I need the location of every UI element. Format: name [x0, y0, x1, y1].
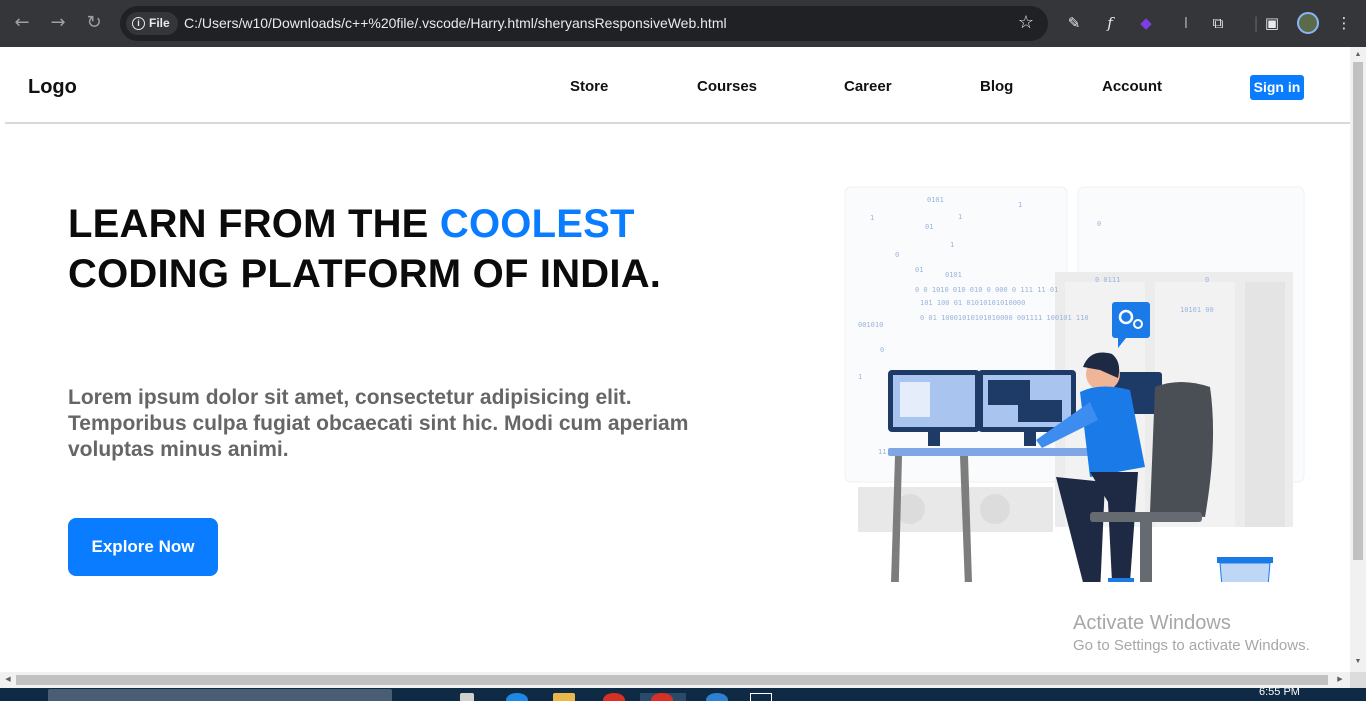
- side-panel-icon[interactable]: ▣: [1260, 11, 1284, 35]
- explore-now-button[interactable]: Explore Now: [68, 518, 218, 576]
- menu-dots-icon[interactable]: ⋮: [1332, 11, 1356, 35]
- font-extension-icon[interactable]: f: [1098, 11, 1122, 35]
- vertical-scroll-thumb[interactable]: [1353, 62, 1363, 560]
- hero-title-accent: COOLEST: [439, 202, 635, 246]
- profile-avatar[interactable]: [1297, 12, 1319, 34]
- browser-toolbar: ← → ↻ i File C:/Users/w10/Downloads/c++%…: [0, 0, 1366, 47]
- horizontal-scrollbar[interactable]: ◀ ▶: [0, 672, 1350, 688]
- extensions-puzzle-icon[interactable]: ⧉: [1206, 11, 1230, 35]
- purple-extension-icon[interactable]: ◆: [1134, 11, 1158, 35]
- svg-text:0 01 10001010101010000 001111: 0 01 10001010101010000 001111 100101 110: [920, 314, 1089, 322]
- address-bar[interactable]: i File C:/Users/w10/Downloads/c++%20file…: [120, 6, 1048, 41]
- svg-text:1: 1: [858, 373, 862, 381]
- scroll-up-arrow-icon[interactable]: ▲: [1353, 49, 1363, 61]
- svg-text:0 0111: 0 0111: [1095, 276, 1120, 284]
- svg-text:0101: 0101: [927, 196, 944, 204]
- chip-label: File: [149, 16, 170, 30]
- hero-title: LEARN FROM THE COOLEST CODING PLATFORM O…: [68, 199, 708, 299]
- vertical-scrollbar[interactable]: ▲ ▼: [1350, 47, 1366, 672]
- taskbar-edge-icon[interactable]: [506, 693, 528, 701]
- svg-text:0: 0: [880, 346, 884, 354]
- hero-title-part1: LEARN FROM THE: [68, 202, 440, 246]
- svg-text:1: 1: [870, 214, 874, 222]
- taskbar-window-icon[interactable]: [750, 693, 772, 701]
- svg-text:101 100 01 01010101010000: 101 100 01 01010101010000: [920, 299, 1025, 307]
- site-logo[interactable]: Logo: [28, 76, 77, 99]
- taskbar-chrome-icon[interactable]: [603, 693, 625, 701]
- hero-description: Lorem ipsum dolor sit amet, consectetur …: [68, 386, 689, 461]
- info-icon: i: [132, 17, 145, 30]
- hero-title-part2: CODING PLATFORM OF INDIA.: [68, 252, 662, 296]
- forward-icon[interactable]: →: [46, 11, 70, 35]
- svg-text:0101: 0101: [945, 271, 962, 279]
- svg-text:1: 1: [950, 241, 954, 249]
- svg-text:1: 1: [958, 213, 962, 221]
- svg-text:0: 0: [1205, 276, 1209, 284]
- svg-text:01: 01: [925, 223, 933, 231]
- site-navbar: Logo Store Courses Career Blog Account S…: [5, 47, 1350, 124]
- nav-link-store[interactable]: Store: [570, 78, 608, 95]
- nav-link-account[interactable]: Account: [1102, 78, 1162, 95]
- activate-windows-subtitle: Go to Settings to activate Windows.: [1073, 637, 1310, 654]
- windows-taskbar: 6:55 PM: [0, 688, 1366, 701]
- svg-text:0 0 1010 010 010 0 000 0 11: 0 0 1010 010 010 0 000 0 111 11 01: [915, 286, 1058, 294]
- taskbar-search-box[interactable]: [48, 689, 392, 701]
- url-text[interactable]: C:/Users/w10/Downloads/c++%20file/.vscod…: [184, 6, 727, 41]
- scroll-left-arrow-icon[interactable]: ◀: [2, 674, 14, 686]
- taskbar-chrome-active-icon[interactable]: [651, 693, 673, 701]
- taskbar-vscode-icon[interactable]: [706, 693, 728, 701]
- svg-text:10101 00: 10101 00: [1180, 306, 1214, 314]
- site-info-chip[interactable]: i File: [126, 12, 178, 35]
- horizontal-scroll-thumb[interactable]: [16, 675, 1328, 685]
- svg-text:0: 0: [1097, 220, 1101, 228]
- svg-text:01: 01: [915, 266, 923, 274]
- taskbar-folder-icon[interactable]: [553, 693, 575, 701]
- reload-icon[interactable]: ↻: [82, 11, 106, 35]
- nav-link-blog[interactable]: Blog: [980, 78, 1013, 95]
- scroll-down-arrow-icon[interactable]: ▼: [1353, 656, 1363, 668]
- svg-text:001010: 001010: [858, 321, 883, 329]
- cursor-extension-icon[interactable]: I: [1174, 11, 1198, 35]
- nav-link-courses[interactable]: Courses: [697, 78, 757, 95]
- taskbar-file-icon[interactable]: [460, 693, 474, 701]
- scroll-right-arrow-icon[interactable]: ▶: [1334, 674, 1346, 686]
- web-page: Logo Store Courses Career Blog Account S…: [0, 47, 1350, 672]
- sign-in-button[interactable]: Sign in: [1250, 75, 1304, 100]
- svg-text:0: 0: [895, 251, 899, 259]
- taskbar-clock[interactable]: 6:55 PM: [1259, 688, 1300, 698]
- activate-windows-title: Activate Windows: [1073, 612, 1231, 634]
- eyedropper-extension-icon[interactable]: ✎: [1062, 11, 1086, 35]
- nav-link-career[interactable]: Career: [844, 78, 892, 95]
- back-icon[interactable]: ←: [10, 11, 34, 35]
- developer-illustration: 0101011 111 0010101 0 0 1010 010 010 0 0…: [844, 186, 1305, 582]
- scrollbar-corner: [1350, 672, 1366, 688]
- bookmark-star-icon[interactable]: ☆: [1018, 12, 1034, 33]
- svg-text:1: 1: [1018, 201, 1022, 209]
